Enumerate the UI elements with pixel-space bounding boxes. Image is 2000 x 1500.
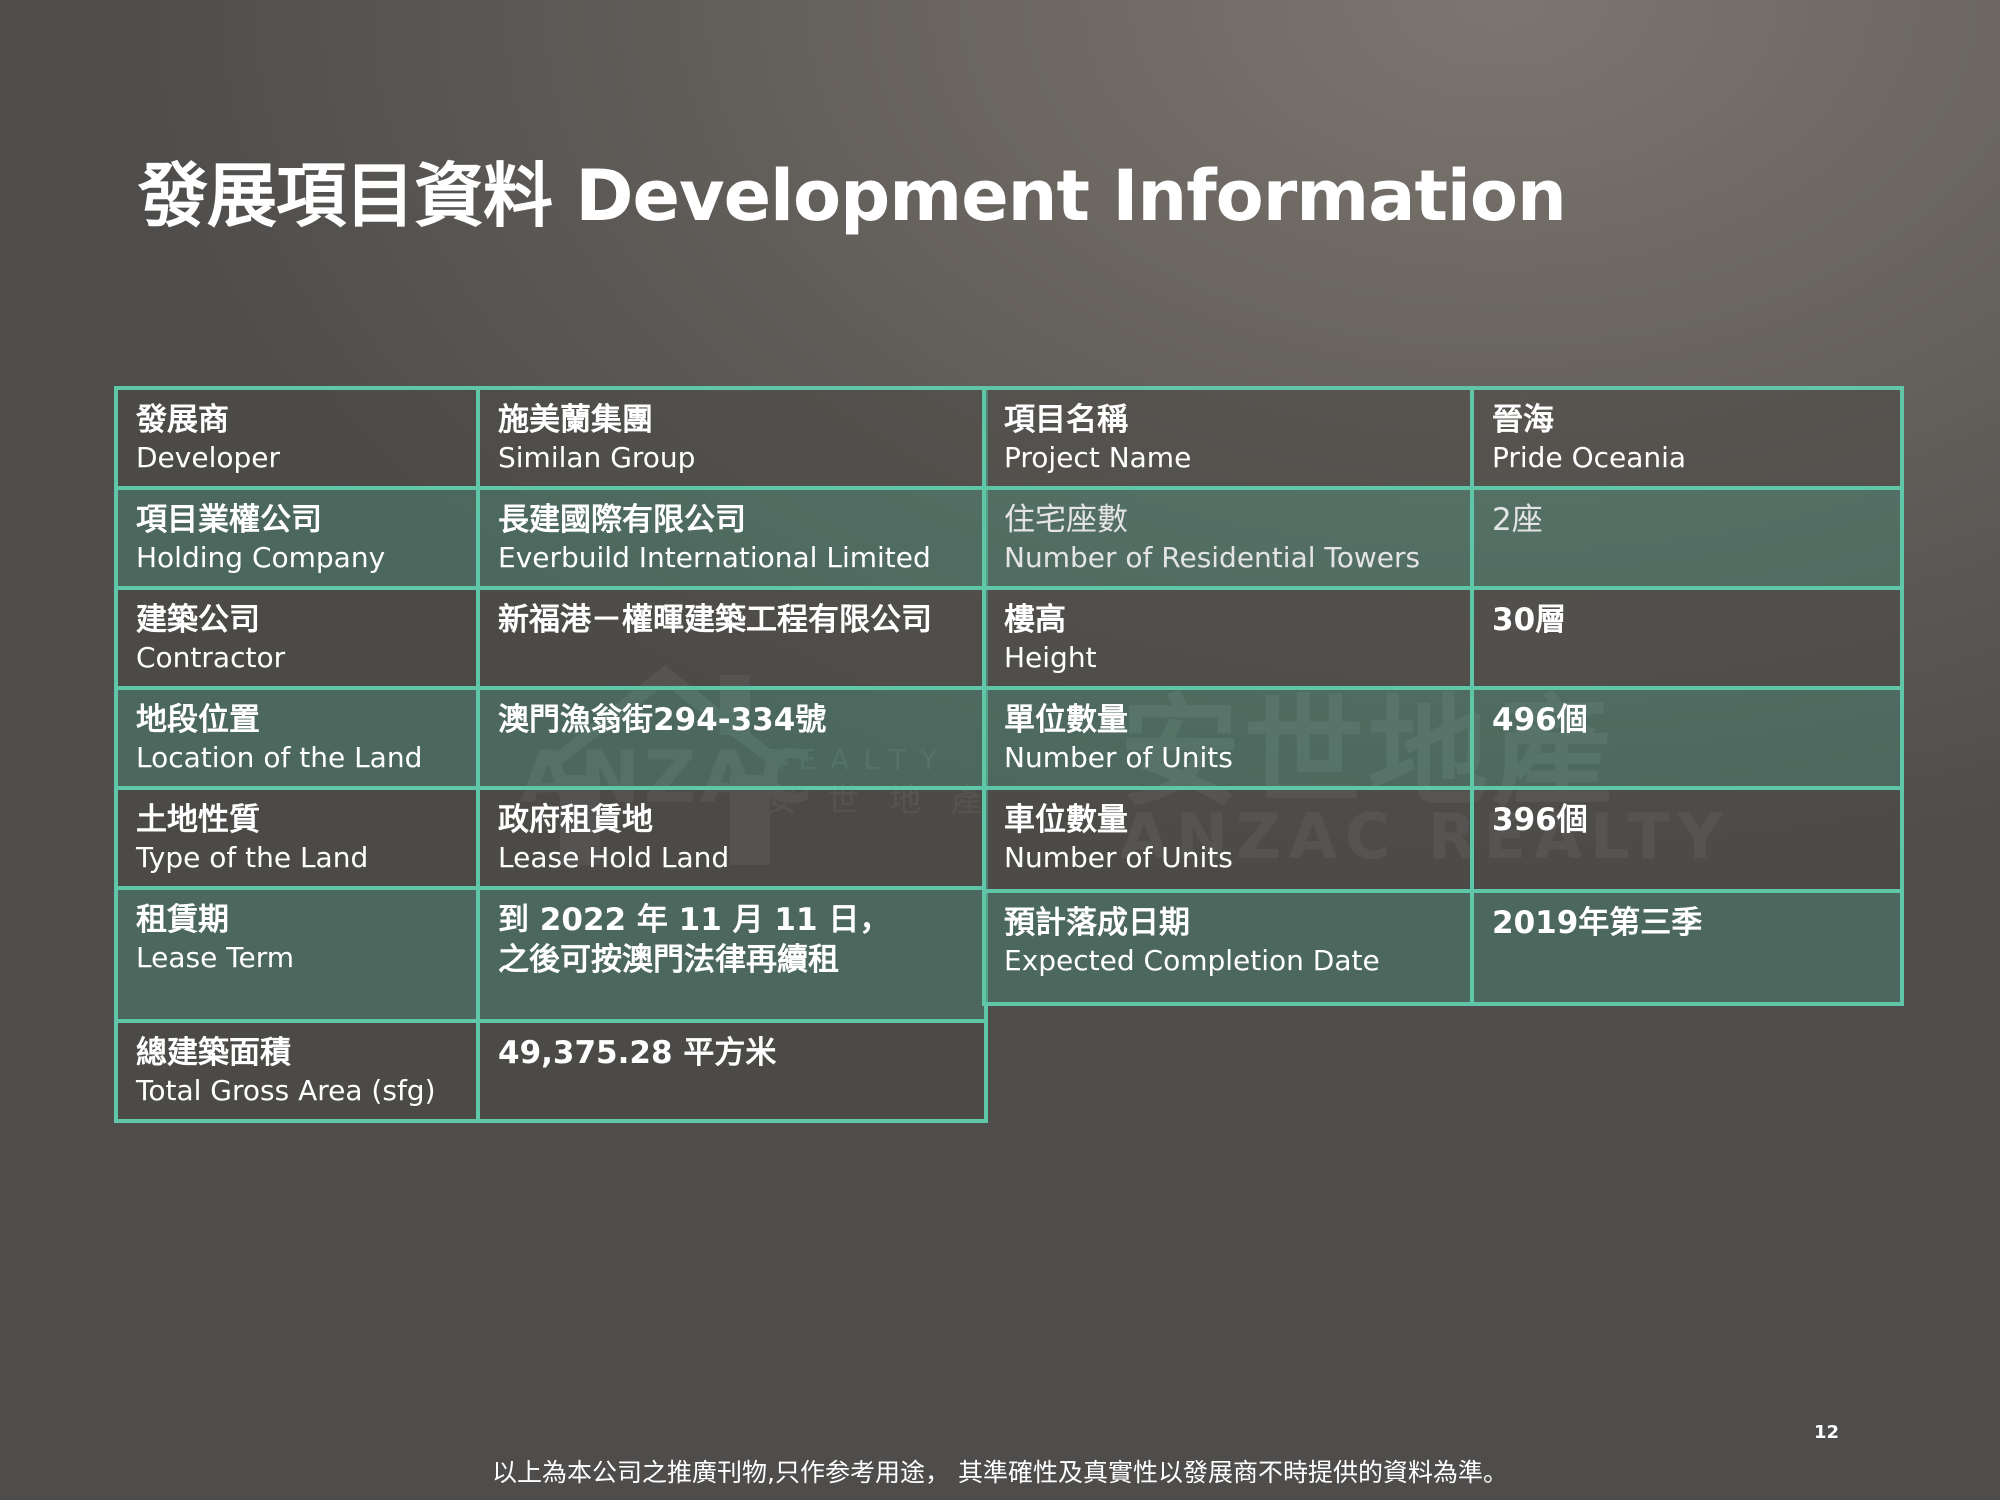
label-cn: 項目名稱 [1004,402,1128,438]
label-cn: 車位數量 [1004,802,1128,838]
label-cell: 地段位置 Location of the Land [114,686,480,790]
value-cn-line2: 之後可按澳門法律再續租 [498,942,839,978]
label-cell: 項目名稱 Project Name [982,386,1474,490]
label-cell: 土地性質 Type of the Land [114,786,480,890]
label-en: Location of the Land [136,741,423,774]
label-cn: 地段位置 [136,702,260,738]
label-en: Total Gross Area (sfg) [136,1074,436,1107]
label-en: Height [1004,641,1097,674]
value-cell: 長建國際有限公司 Everbuild International Limited [476,486,988,590]
label-cn: 單位數量 [1004,702,1128,738]
table-row: 項目業權公司 Holding Company 長建國際有限公司 Everbuil… [114,486,988,590]
label-en: Holding Company [136,541,386,574]
table-row: 住宅座數 Number of Residential Towers 2座 [982,486,1904,590]
label-cn: 土地性質 [136,802,260,838]
value-cell: 2019年第三季 [1470,889,1904,1006]
label-cell: 項目業權公司 Holding Company [114,486,480,590]
label-en: Contractor [136,641,286,674]
value-cn: 政府租賃地 [498,802,653,838]
label-cell: 預計落成日期 Expected Completion Date [982,889,1474,1006]
value-en: Pride Oceania [1492,441,1687,474]
label-cell: 樓高 Height [982,586,1474,690]
label-cell: 總建築面積 Total Gross Area (sfg) [114,1019,480,1123]
development-info-right-table: 項目名稱 Project Name 晉海 Pride Oceania 住宅座數 … [982,386,1904,1006]
label-cn: 租賃期 [136,902,229,938]
value-cell: 49,375.28 平方米 [476,1019,988,1123]
value-cn: 49,375.28 平方米 [498,1035,777,1071]
value-cn: 澳門漁翁街294-334號 [498,702,827,738]
label-en: Developer [136,441,281,474]
development-info-left-table: 發展商 Developer 施美蘭集團 Similan Group 項目業權公司… [114,386,988,1123]
label-cn: 發展商 [136,402,229,438]
label-cn: 樓高 [1004,602,1066,638]
value-cell: 澳門漁翁街294-334號 [476,686,988,790]
label-cell: 租賃期 Lease Term [114,886,480,1023]
value-en: Lease Hold Land [498,841,730,874]
value-cell: 政府租賃地 Lease Hold Land [476,786,988,890]
value-cell: 新福港－權暉建築工程有限公司 [476,586,988,690]
label-cn: 住宅座數 [1004,502,1128,538]
table-row: 建築公司 Contractor 新福港－權暉建築工程有限公司 [114,586,988,690]
page-title: 發展項目資料 Development Information [138,155,1567,237]
value-cell: 2座 [1470,486,1904,590]
value-cn: 2019年第三季 [1492,905,1703,941]
value-cn: 496個 [1492,702,1588,738]
value-en: Similan Group [498,441,696,474]
label-en: Type of the Land [136,841,369,874]
footer-disclaimer: 以上為本公司之推廣刊物,只作参考用途， 其準確性及真實性以發展商不時提供的資料為… [492,1458,1508,1487]
table-row: 項目名稱 Project Name 晉海 Pride Oceania [982,386,1904,490]
label-cell: 發展商 Developer [114,386,480,490]
label-en: Number of Units [1004,741,1233,774]
value-cell: 到 2022 年 11 月 11 日， 之後可按澳門法律再續租 [476,886,988,1023]
value-cn: 新福港－權暉建築工程有限公司 [498,602,932,638]
label-cell: 單位數量 Number of Units [982,686,1474,790]
label-en: Number of Units [1004,841,1233,874]
label-cell: 建築公司 Contractor [114,586,480,690]
value-en: Everbuild International Limited [498,541,931,574]
value-cn: 晉海 [1492,402,1554,438]
value-cell: 晉海 Pride Oceania [1470,386,1904,490]
label-cn: 預計落成日期 [1004,905,1190,941]
value-cn: 施美蘭集團 [498,402,653,438]
label-en: Number of Residential Towers [1004,541,1421,574]
label-cn: 項目業權公司 [136,502,322,538]
table-row: 土地性質 Type of the Land 政府租賃地 Lease Hold L… [114,786,988,890]
label-cell: 住宅座數 Number of Residential Towers [982,486,1474,590]
table-row: 車位數量 Number of Units 396個 [982,786,1904,893]
value-cell: 496個 [1470,686,1904,790]
table-row: 樓高 Height 30層 [982,586,1904,690]
value-cn: 2座 [1492,502,1543,538]
label-en: Lease Term [136,941,295,974]
label-cn: 建築公司 [136,602,260,638]
table-row: 租賃期 Lease Term 到 2022 年 11 月 11 日， 之後可按澳… [114,886,988,1023]
value-cell: 施美蘭集團 Similan Group [476,386,988,490]
label-en: Expected Completion Date [1004,944,1380,977]
value-cell: 396個 [1470,786,1904,893]
table-row: 單位數量 Number of Units 496個 [982,686,1904,790]
table-row: 地段位置 Location of the Land 澳門漁翁街294-334號 [114,686,988,790]
label-en: Project Name [1004,441,1192,474]
table-row: 預計落成日期 Expected Completion Date 2019年第三季 [982,889,1904,1006]
table-row: 總建築面積 Total Gross Area (sfg) 49,375.28 平… [114,1019,988,1123]
label-cell: 車位數量 Number of Units [982,786,1474,893]
value-cn: 長建國際有限公司 [498,502,746,538]
value-cn: 到 2022 年 11 月 11 日， [498,902,891,938]
value-cell: 30層 [1470,586,1904,690]
table-row: 發展商 Developer 施美蘭集團 Similan Group [114,386,988,490]
page-number: 12 [1814,1422,1840,1443]
label-cn: 總建築面積 [136,1035,291,1071]
value-cn: 396個 [1492,802,1588,838]
value-cn: 30層 [1492,602,1567,638]
